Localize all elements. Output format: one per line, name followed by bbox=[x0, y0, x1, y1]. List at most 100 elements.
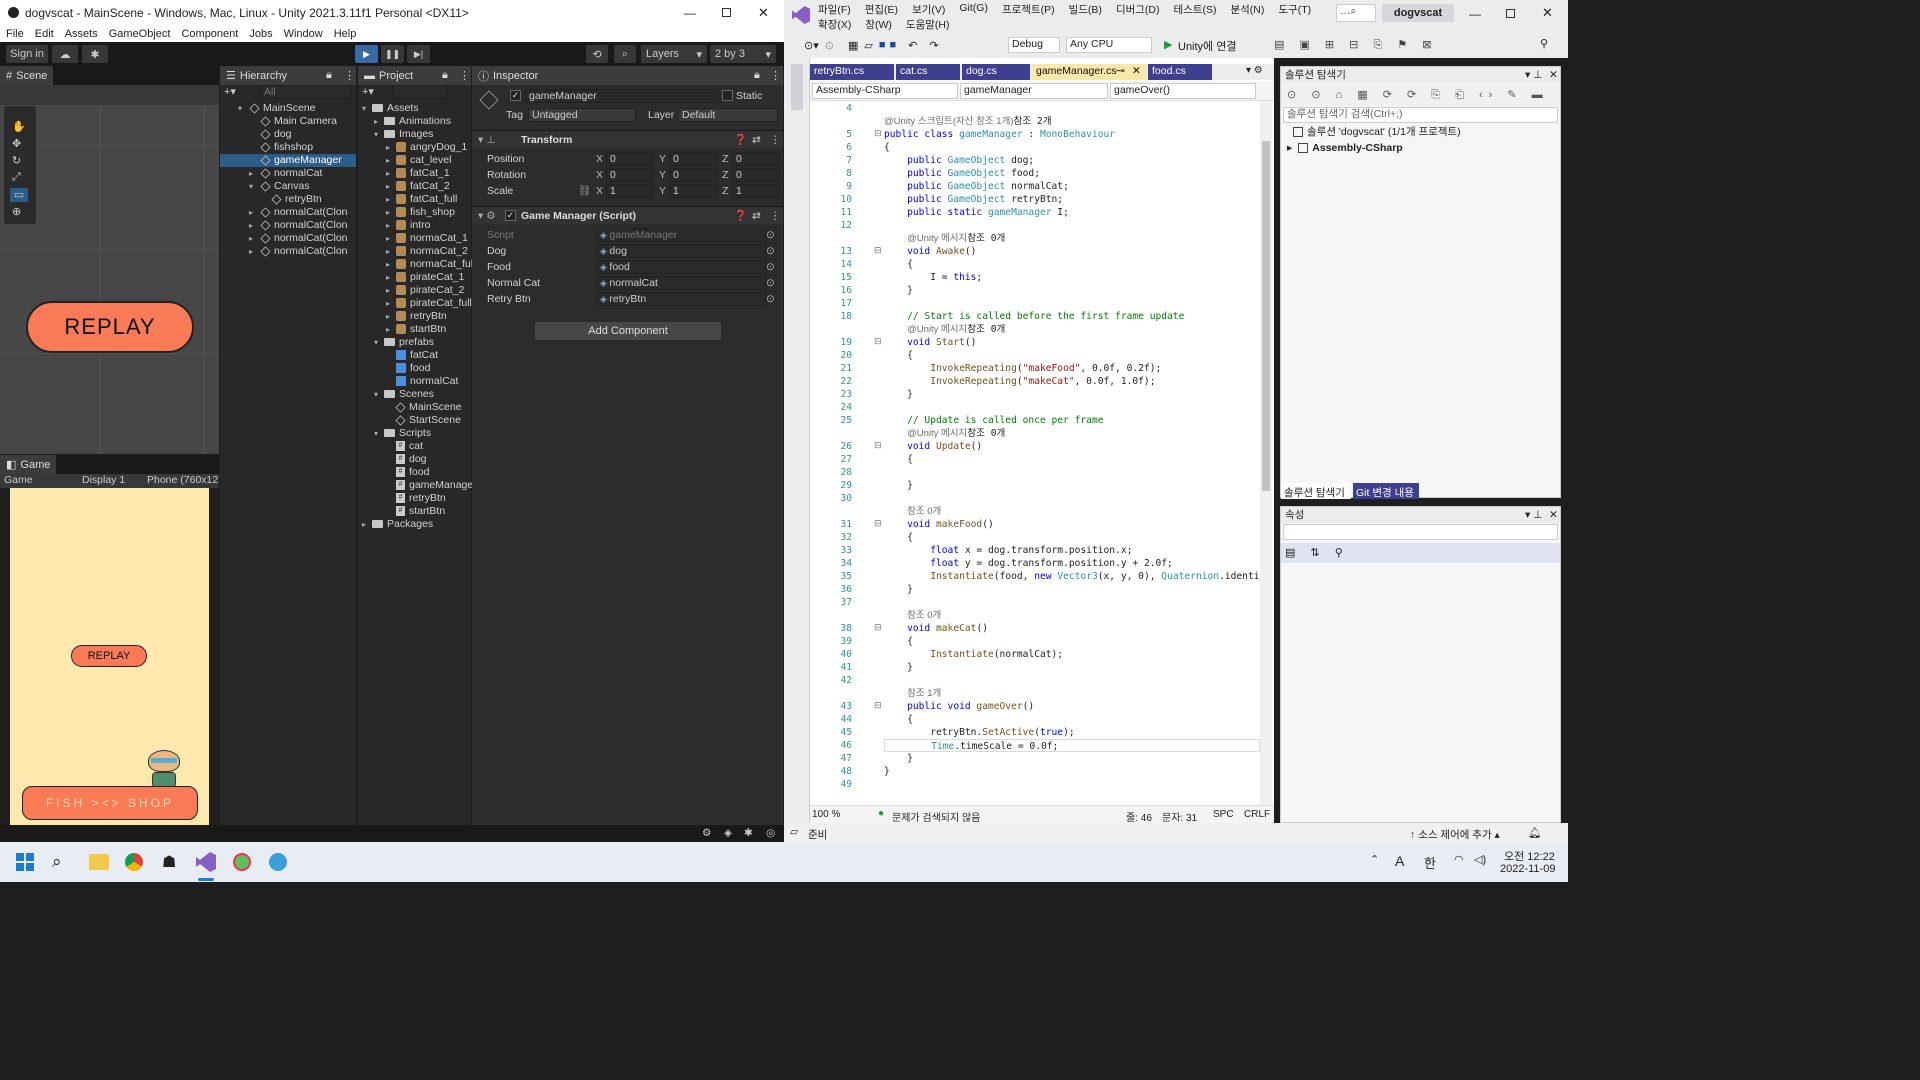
feedback-icon[interactable]: ⚲ bbox=[1540, 37, 1548, 50]
tray-chevron-icon[interactable]: ⌃ bbox=[1370, 853, 1379, 866]
move-tool-icon[interactable]: ✥ bbox=[12, 137, 28, 151]
code-line[interactable]: Instantiate(normalCat); bbox=[884, 648, 1260, 661]
minimize-button[interactable]: — bbox=[684, 6, 696, 20]
fold-arrow-icon[interactable]: ▾ bbox=[362, 102, 372, 115]
link-icon[interactable]: ⛓ bbox=[578, 185, 591, 198]
object-picker-icon[interactable]: ⊙ bbox=[766, 277, 775, 290]
fold-toggle-icon[interactable]: ⊟ bbox=[874, 128, 882, 139]
scale-x-field[interactable]: 1 bbox=[606, 184, 654, 198]
code-line[interactable]: Time.timeScale = 0.0f; bbox=[884, 739, 1260, 752]
resolution-dropdown[interactable]: Phone (760x12 bbox=[147, 474, 218, 486]
more-icon[interactable]: ⋮ bbox=[344, 69, 355, 82]
code-line[interactable]: } bbox=[884, 284, 1260, 297]
pin-icon[interactable]: ▾ ⊥ bbox=[1525, 509, 1542, 522]
fold-toggle-icon[interactable]: ⊟ bbox=[874, 622, 882, 633]
scale-z-field[interactable]: 1 bbox=[732, 184, 780, 198]
hierarchy-add-button[interactable]: +▾ bbox=[224, 85, 246, 100]
fold-toggle-icon[interactable]: ⊟ bbox=[874, 336, 882, 347]
code-line[interactable]: { bbox=[884, 141, 1260, 154]
server-explorer-tab[interactable] bbox=[791, 64, 803, 110]
code-line[interactable]: retryBtn.SetActive(true); bbox=[884, 726, 1260, 739]
run-icon[interactable]: ▶ bbox=[1164, 38, 1172, 51]
forward-icon[interactable]: ⊙ bbox=[825, 39, 834, 52]
code-editor[interactable]: 4 @Unity 스크립트(자산 참조 1개)참조 2개 5 public class… bbox=[810, 101, 1260, 805]
project-item[interactable]: ▾ Scenes bbox=[358, 388, 471, 401]
project-item[interactable]: # gameManage bbox=[358, 479, 473, 492]
tab-game[interactable]: ◧ Game bbox=[0, 455, 57, 474]
toolbar-extra-icons[interactable]: ▤ ▣ ⊞ ⊟ ⎘ ⚑ ⊠ bbox=[1274, 38, 1437, 52]
scrollbar-thumb[interactable] bbox=[1262, 141, 1270, 491]
scale-tool-icon[interactable]: ⤢ bbox=[12, 171, 28, 185]
back-icon[interactable]: ⊙▾ bbox=[804, 39, 819, 52]
fold-arrow-icon[interactable]: ▾ bbox=[249, 180, 259, 193]
layer-dropdown[interactable]: Default bbox=[678, 108, 778, 122]
globe-app-icon[interactable] bbox=[269, 853, 287, 871]
hierarchy-item[interactable]: ▸ normalCat(Clon bbox=[220, 232, 356, 245]
fold-arrow-icon[interactable]: ▸ bbox=[249, 167, 259, 180]
code-line[interactable]: // Update is called once per frame bbox=[884, 414, 1260, 427]
code-line[interactable]: } bbox=[884, 765, 1260, 778]
properties-object-dropdown[interactable] bbox=[1283, 524, 1558, 540]
code-line[interactable]: } bbox=[884, 583, 1260, 596]
fold-arrow-icon[interactable]: ▸ bbox=[386, 232, 396, 245]
more-icon[interactable]: ⋮ bbox=[459, 69, 470, 82]
issues-status[interactable]: 문제가 검색되지 않음 bbox=[892, 809, 980, 824]
project-item[interactable]: StartScene bbox=[358, 414, 471, 427]
close-icon[interactable]: ✕ bbox=[1549, 509, 1558, 522]
fold-toggle-icon[interactable]: ⊟ bbox=[874, 440, 882, 451]
code-line[interactable]: public static gameManager I; bbox=[884, 206, 1260, 219]
fold-toggle-icon[interactable]: ⊟ bbox=[874, 245, 882, 256]
visual-studio-icon[interactable] bbox=[196, 852, 216, 872]
chrome-icon[interactable] bbox=[125, 853, 143, 871]
nav-class-dropdown[interactable]: gameManager bbox=[960, 83, 1108, 99]
code-line[interactable] bbox=[884, 102, 1260, 115]
editor-tab[interactable]: food.cs bbox=[1148, 64, 1212, 80]
project-item[interactable]: ▸ normaCat_full bbox=[358, 258, 475, 271]
preset-icon[interactable]: ⇄ bbox=[752, 210, 761, 223]
code-line[interactable]: void Awake() bbox=[884, 245, 1260, 258]
wifi-icon[interactable]: ◠ bbox=[1454, 853, 1464, 866]
history-icon[interactable]: ⟲ bbox=[586, 45, 608, 63]
play-button[interactable]: ▶ bbox=[355, 45, 378, 63]
fold-arrow-icon[interactable]: ▸ bbox=[386, 323, 396, 336]
fold-arrow-icon[interactable]: ▸ bbox=[374, 115, 384, 128]
project-item[interactable]: ▸ fatCat_1 bbox=[358, 167, 471, 180]
code-line[interactable]: InvokeRepeating("makeFood", 0.0f, 0.2f); bbox=[884, 362, 1260, 375]
display-dropdown[interactable]: Display 1 bbox=[82, 474, 125, 486]
fold-arrow-icon[interactable]: ▸ bbox=[386, 219, 396, 232]
hand-tool-icon[interactable]: ✋ bbox=[12, 120, 28, 134]
project-item[interactable]: ▸ intro bbox=[358, 219, 471, 232]
fold-arrow-icon[interactable]: ▾ bbox=[374, 427, 384, 440]
fold-arrow-icon[interactable]: ▸ bbox=[386, 206, 396, 219]
layers-status-icon[interactable]: ◈ bbox=[724, 827, 732, 840]
code-line[interactable]: // Start is called before the first fram… bbox=[884, 310, 1260, 323]
code-line[interactable] bbox=[884, 401, 1260, 414]
scene-replay-button[interactable]: REPLAY bbox=[26, 301, 194, 353]
project-item[interactable]: normalCat bbox=[358, 375, 471, 388]
code-line[interactable]: { bbox=[884, 531, 1260, 544]
explorer-tab-solution[interactable]: 솔루션 탐색기 bbox=[1281, 483, 1351, 499]
fold-arrow-icon[interactable]: ▸ bbox=[386, 297, 396, 310]
more-icon[interactable]: ⋮ bbox=[770, 210, 781, 223]
vs-search-input[interactable]: …⌕ bbox=[1336, 4, 1376, 22]
project-item[interactable]: ▸ Packages bbox=[358, 518, 471, 531]
solution-node[interactable]: 솔루션 'dogvscat' (1/1개 프로젝트) bbox=[1293, 126, 1461, 139]
code-line[interactable]: void makeFood() bbox=[884, 518, 1260, 531]
zoom-dropdown[interactable]: 100 % bbox=[812, 809, 840, 820]
hierarchy-search-input[interactable]: All bbox=[260, 85, 352, 99]
code-line[interactable] bbox=[884, 492, 1260, 505]
start-button[interactable] bbox=[16, 853, 34, 871]
menu-jobs[interactable]: Jobs bbox=[249, 28, 272, 40]
transform-tool-icon[interactable]: ⊕ bbox=[12, 205, 28, 219]
redo-icon[interactable]: ↷ bbox=[929, 39, 938, 52]
project-item[interactable]: ▾ prefabs bbox=[358, 336, 471, 349]
game-mode-dropdown[interactable]: Game bbox=[4, 474, 33, 486]
tab-scene[interactable]: # Scene bbox=[0, 66, 54, 85]
tab-hierarchy[interactable]: ☰ Hierarchy 🔒︎ ⋮ bbox=[220, 66, 356, 85]
project-item[interactable]: ▸ fish_shop bbox=[358, 206, 471, 219]
code-line[interactable]: } bbox=[884, 388, 1260, 401]
project-item[interactable]: ▸ pirateCat_2 bbox=[358, 284, 471, 297]
code-line[interactable]: } bbox=[884, 661, 1260, 674]
position-x-field[interactable]: 0 bbox=[606, 152, 654, 166]
code-line[interactable]: { bbox=[884, 349, 1260, 362]
